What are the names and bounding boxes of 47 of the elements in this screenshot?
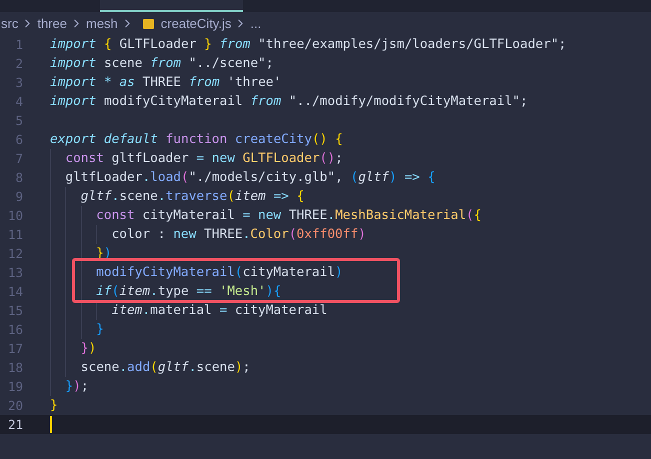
code-line: item.material = cityMaterail (112, 303, 328, 318)
code-line: modifyCityMaterail(cityMaterail) (96, 265, 343, 280)
breadcrumb-item[interactable]: three (37, 16, 67, 31)
code-line: color : new THREE.Color(0xff00ff) (112, 227, 366, 242)
line-number: 6 (14, 132, 23, 147)
line-number: 5 (14, 113, 23, 128)
line-number: 4 (14, 94, 23, 109)
line-number: 20 (6, 398, 23, 413)
active-tab[interactable] (100, 0, 243, 12)
line-number: 12 (6, 246, 23, 261)
code-line: const gltfLoader = new GLTFLoader(); (65, 151, 343, 166)
breadcrumb-item[interactable]: ... (250, 16, 262, 31)
line-number: 1 (14, 37, 23, 52)
code-line: }); (65, 379, 89, 394)
code-line: }) (80, 341, 96, 356)
code-line: const cityMaterail = new THREE.MeshBasicMaterial({ (96, 208, 482, 223)
line-number: 14 (6, 284, 23, 299)
code-line: import * as THREE from 'three' (50, 75, 282, 90)
code-line: } (50, 398, 58, 413)
text-cursor (50, 416, 52, 433)
code-line: gltf.scene.traverse(item => { (80, 189, 304, 204)
js-file-icon (142, 18, 154, 28)
breadcrumb-item[interactable]: createCity.js (160, 16, 232, 31)
line-number: 10 (6, 208, 23, 223)
line-number: 13 (6, 265, 23, 280)
code-line: import { GLTFLoader } from "three/examples/jsm/loaders/GLTFLoader"; (50, 37, 566, 52)
code-line: export default function createCity() { (50, 132, 343, 147)
line-number: 2 (14, 56, 23, 71)
code-line: } (96, 322, 104, 337)
line-number: 7 (14, 151, 23, 166)
line-number: 19 (6, 379, 23, 394)
line-number: 18 (6, 360, 23, 375)
line-number: 9 (14, 189, 23, 204)
line-number: 11 (6, 227, 23, 242)
breadcrumb-item[interactable]: src (1, 16, 18, 31)
code-line: import scene from "../scene"; (50, 56, 274, 71)
code-line: import modifyCityMaterail from "../modify/modifyCityMaterail"; (50, 94, 528, 109)
breadcrumb-item[interactable]: mesh (86, 16, 118, 31)
line-number: 15 (6, 303, 23, 318)
code-line: if(item.type == 'Mesh'){ (96, 284, 282, 299)
line-number: 21 (6, 417, 23, 432)
line-number: 17 (6, 341, 23, 356)
code-line: gltfLoader.load("./models/city.glb", (gltf) => { (65, 170, 436, 185)
code-line: scene.add(gltf.scene); (80, 360, 250, 375)
line-number: 8 (14, 170, 23, 185)
line-number: 16 (6, 322, 23, 337)
line-number: 3 (14, 75, 23, 90)
